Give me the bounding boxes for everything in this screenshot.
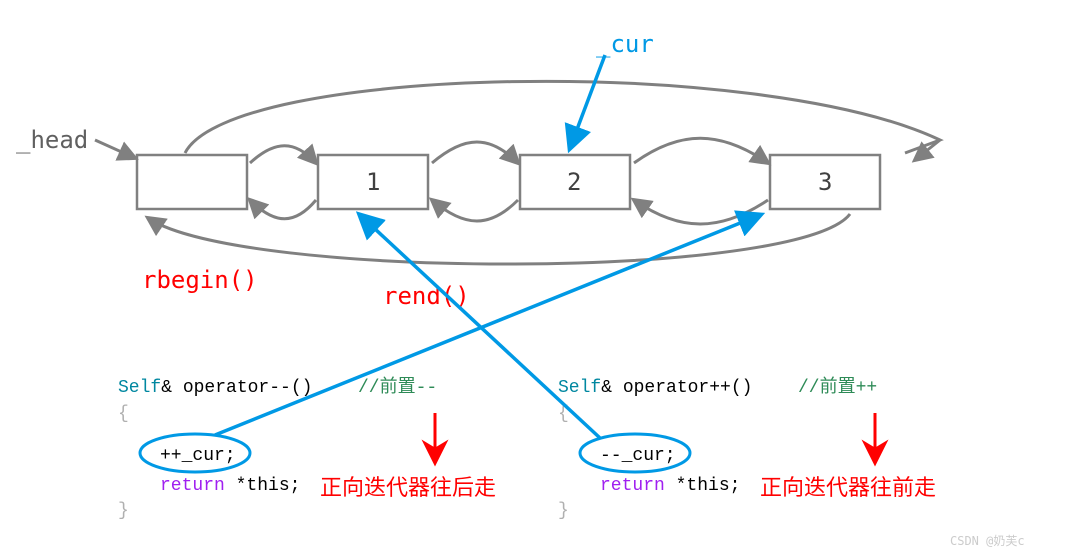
code-right-sig: Self& operator++() — [558, 378, 752, 398]
code-right-body1: --_cur; — [600, 446, 676, 466]
code-right-desc: 正向迭代器往前走 — [760, 476, 936, 501]
head-arrow — [95, 140, 135, 158]
code-left-return: return *this; — [160, 476, 300, 496]
code-left-desc: 正向迭代器往后走 — [320, 476, 496, 501]
code-left-brace1: { — [118, 404, 129, 424]
code-left-brace2: } — [118, 501, 129, 521]
node-2-text: 2 — [567, 168, 581, 196]
node-3-text: 3 — [818, 168, 832, 196]
cur-label: _cur — [596, 30, 654, 58]
code-right-return: return *this; — [600, 476, 740, 496]
top-arc — [185, 81, 940, 153]
arc-h-1-b — [250, 200, 316, 219]
head-label: _head — [16, 126, 88, 154]
watermark: CSDN @奶芙c — [950, 534, 1025, 548]
node-head — [137, 155, 247, 209]
arc-1-2-f — [432, 142, 518, 163]
code-left-sig: Self& operator--() — [118, 378, 312, 398]
top-arc-end — [915, 140, 940, 160]
code-left-comment: //前置-- — [358, 376, 437, 398]
node-1-text: 1 — [366, 168, 380, 196]
rbegin-label: rbegin() — [142, 266, 258, 294]
arc-1-2-b — [432, 200, 518, 221]
arc-2-3-f — [634, 138, 768, 163]
arc-h-1-f — [250, 146, 316, 163]
diagram-root: _head _cur 1 2 3 rbegin() rend() Self& o… — [0, 0, 1069, 556]
code-right-comment: //前置++ — [798, 376, 877, 398]
blue-arrow-right-to-node1 — [360, 215, 600, 438]
cur-arrow — [570, 55, 605, 148]
code-left-body1: ++_cur; — [160, 446, 236, 466]
code-right-brace2: } — [558, 501, 569, 521]
blue-arrow-left-to-node3 — [215, 215, 760, 435]
